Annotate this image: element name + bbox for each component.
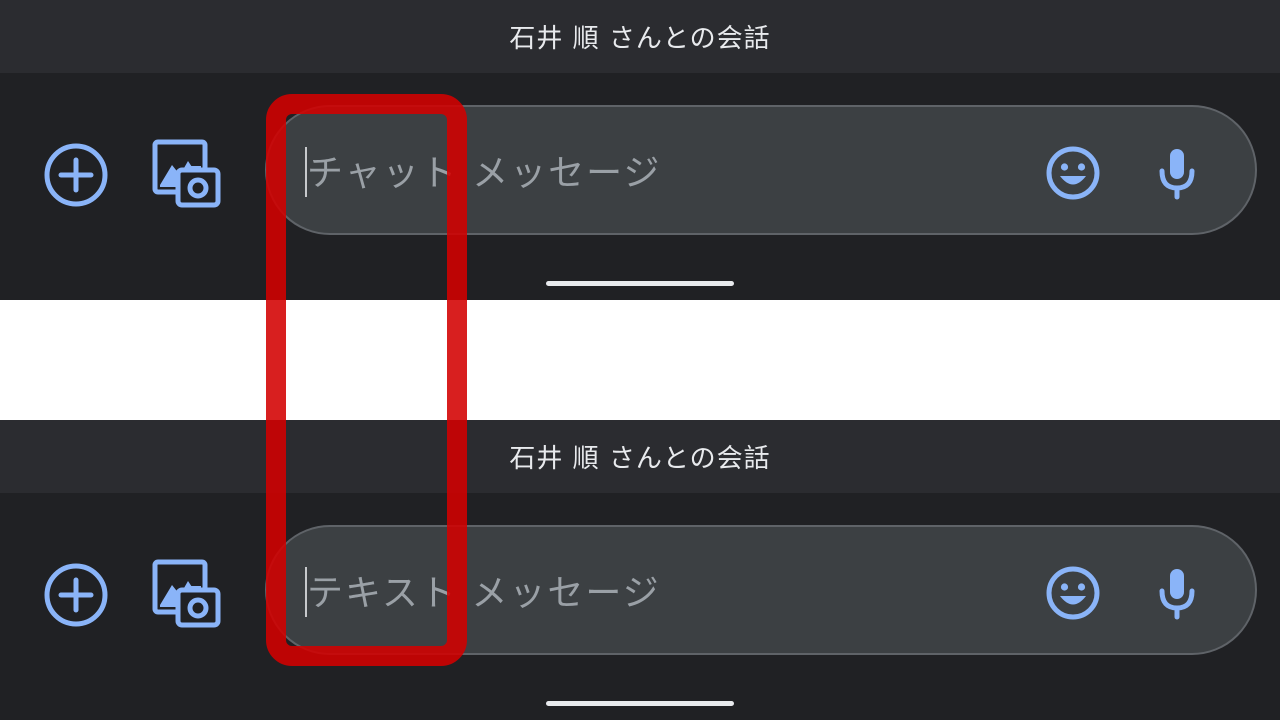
microphone-icon: [1159, 149, 1195, 200]
message-placeholder: テキスト メッセージ: [307, 573, 661, 614]
conversation-title: 石井 順 さんとの会話: [0, 0, 1280, 73]
divider-gap: [0, 300, 1280, 420]
message-placeholder: チャット メッセージ: [307, 153, 662, 194]
add-attachment-button[interactable]: [42, 561, 110, 629]
top-chat-panel: 石井 順 さんとの会話 チャット メッセージ: [0, 0, 1280, 300]
gallery-camera-icon: [152, 559, 221, 628]
microphone-icon: [1159, 569, 1195, 620]
message-composer: チャット メッセージ: [0, 73, 1280, 300]
gallery-button[interactable]: [150, 557, 222, 629]
emoji-icon: [1046, 566, 1100, 620]
message-input[interactable]: テキスト メッセージ: [265, 525, 1257, 655]
conversation-title: 石井 順 さんとの会話: [0, 420, 1280, 493]
add-attachment-button[interactable]: [42, 141, 110, 209]
emoji-button[interactable]: [1043, 563, 1103, 623]
add-circle-icon: [44, 563, 108, 627]
voice-input-button[interactable]: [1147, 563, 1207, 623]
voice-input-button[interactable]: [1147, 143, 1207, 203]
message-composer: テキスト メッセージ: [0, 493, 1280, 720]
home-indicator[interactable]: [546, 281, 734, 286]
message-input[interactable]: チャット メッセージ: [265, 105, 1257, 235]
gallery-button[interactable]: [150, 137, 222, 209]
gallery-camera-icon: [152, 139, 221, 208]
add-circle-icon: [44, 143, 108, 207]
emoji-button[interactable]: [1043, 143, 1103, 203]
emoji-icon: [1046, 146, 1100, 200]
home-indicator[interactable]: [546, 701, 734, 706]
bottom-chat-panel: 石井 順 さんとの会話 テキスト メッセージ: [0, 420, 1280, 720]
comparison-stage: 石井 順 さんとの会話 チャット メッセージ 石井 順 さんとの会話 テキスト …: [0, 0, 1280, 720]
